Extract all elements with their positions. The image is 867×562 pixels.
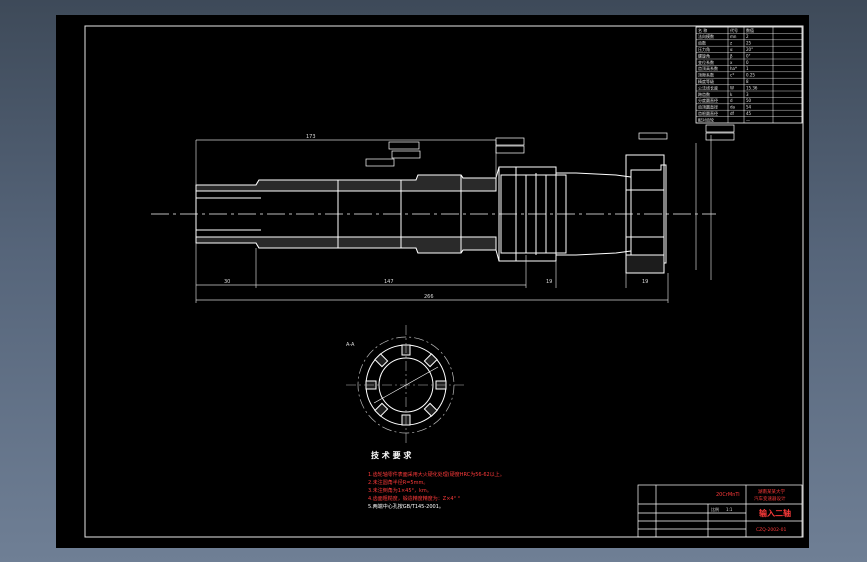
parameter-table: 名 称 代号 数值法向模数 mn 2 齿数 z 25 压力角 α 20° 螺旋角 β 0° 变位系数 x 0 齿顶…	[695, 26, 803, 124]
note-item: 1.齿轮轴零件表面采用大火硬化处理(硬度HRC为56-62以上。	[368, 471, 505, 478]
table-cell: 齿数	[698, 40, 706, 46]
table-cell: 公法线长度	[698, 84, 718, 90]
tolerance-frame	[388, 141, 420, 150]
table-header-cell: 数值	[746, 27, 754, 33]
table-cell: 0°	[746, 53, 751, 58]
tolerance-frame	[391, 150, 421, 159]
table-cell: 25	[746, 41, 752, 46]
table-cell: 1	[746, 66, 749, 71]
tb-scale-label: 比例	[711, 506, 719, 512]
dim-label-147: 147	[384, 279, 394, 285]
table-cell: 配对齿轮	[698, 116, 714, 122]
note-item: 4.齿面粗糙度，锻造精度精度为：Z×4° °	[368, 495, 461, 502]
table-cell: 齿根圆直径	[698, 110, 718, 116]
table-cell: W	[730, 85, 734, 90]
table-cell: —	[746, 117, 750, 122]
table-cell: 齿顶高系数	[698, 65, 718, 71]
tb-scale-value: 1:1	[726, 507, 733, 512]
tb-project: 汽车变速器设计	[754, 495, 786, 502]
table-cell: 50	[746, 98, 752, 103]
shaft-view	[151, 154, 716, 274]
table-cell: 精度等级	[698, 78, 714, 84]
gear-hatch	[625, 254, 665, 274]
table-cell: k	[730, 92, 733, 97]
dim-label-19a: 19	[546, 279, 552, 285]
table-cell: d	[730, 98, 733, 103]
table-cell: β	[730, 53, 733, 58]
dim-label-30: 30	[224, 279, 230, 285]
tolerance-frame	[638, 132, 668, 140]
note-item: 5.两端中心孔按GB/T145-2001。	[368, 503, 444, 510]
table-cell: 0.25	[746, 73, 755, 78]
tb-drawing-no: CZQ-2002-01	[756, 527, 786, 533]
notes-heading: 技 术 要 求	[371, 450, 412, 460]
tolerance-frame	[705, 132, 735, 141]
table-cell: 顶隙系数	[698, 72, 714, 78]
table-cell: 3	[746, 92, 749, 97]
tolerance-frame	[495, 145, 525, 154]
table-cell: 54	[746, 105, 752, 110]
spline-tooth	[374, 353, 389, 368]
tolerance-frame	[365, 158, 395, 167]
section-aa	[346, 325, 466, 445]
table-cell: 0	[746, 60, 749, 65]
dim-label-top: 173	[306, 134, 316, 140]
dim-label-19b: 19	[642, 279, 648, 285]
table-cell: z	[730, 41, 732, 46]
spline-tooth	[423, 402, 438, 417]
spline-tooth	[374, 402, 389, 417]
note-item: 3.未注倒角为1×45°，km。	[368, 487, 432, 494]
table-cell: 15.36	[746, 85, 758, 90]
table-cell: mn	[730, 34, 737, 39]
table-cell: 螺旋角	[698, 52, 710, 58]
parameter-rows: 名 称 代号 数值法向模数 mn 2 齿数 z 25 压力角 α 20° 螺旋角 β 0° 变位系数 x 0 齿顶…	[696, 27, 802, 122]
cad-drawing: 173 30 147 19 19 266 A-A 技 术 要 求 1.齿轮轴零件…	[84, 25, 804, 538]
table-cell: 齿顶圆直径	[698, 104, 718, 110]
table-cell: da	[730, 105, 736, 110]
table-cell: 2	[746, 34, 749, 39]
technical-notes: 技 术 要 求 1.齿轮轴零件表面采用大火硬化处理(硬度HRC为56-62以上。…	[368, 450, 505, 510]
tolerance-frames	[365, 124, 735, 167]
table-cell: c*	[730, 73, 734, 78]
table-cell: 8	[746, 79, 749, 84]
title-block-text: 20CrMnTi 湖南某某大学 汽车变速器设计 输入二轴 CZQ-2002-01…	[711, 488, 791, 533]
tb-material: 20CrMnTi	[716, 492, 740, 498]
table-cell: 跨齿数	[698, 91, 710, 97]
table-cell: 压力角	[698, 46, 710, 52]
tolerance-frame	[705, 124, 735, 133]
table-cell: 法向模数	[698, 33, 714, 39]
table-cell: df	[730, 111, 735, 116]
table-header-cell: 名 称	[698, 27, 707, 33]
table-cell: ha*	[730, 66, 737, 71]
drawing-sheet: 173 30 147 19 19 266 A-A 技 术 要 求 1.齿轮轴零件…	[56, 15, 809, 548]
table-cell: x	[730, 60, 733, 65]
note-item: 2.未注圆角半径R=5mm。	[368, 479, 428, 486]
tolerance-frame	[495, 137, 525, 146]
dim-label-overall: 266	[424, 294, 434, 300]
table-cell: 45	[746, 111, 752, 116]
table-cell: 分度圆直径	[698, 97, 718, 103]
table-cell: 20°	[746, 47, 753, 52]
spline-tooth	[423, 353, 438, 368]
dimensions	[195, 135, 712, 303]
table-cell: 变位系数	[698, 59, 714, 65]
table-cell: α	[730, 47, 733, 52]
frame-border	[84, 25, 804, 538]
section-lower-left	[195, 236, 497, 254]
tb-part-name: 输入二轴	[759, 508, 791, 518]
tb-school: 湖南某某大学	[758, 488, 785, 495]
section-label: A-A	[346, 342, 355, 348]
table-header-cell: 代号	[730, 27, 738, 33]
section-upper-left	[195, 174, 497, 192]
